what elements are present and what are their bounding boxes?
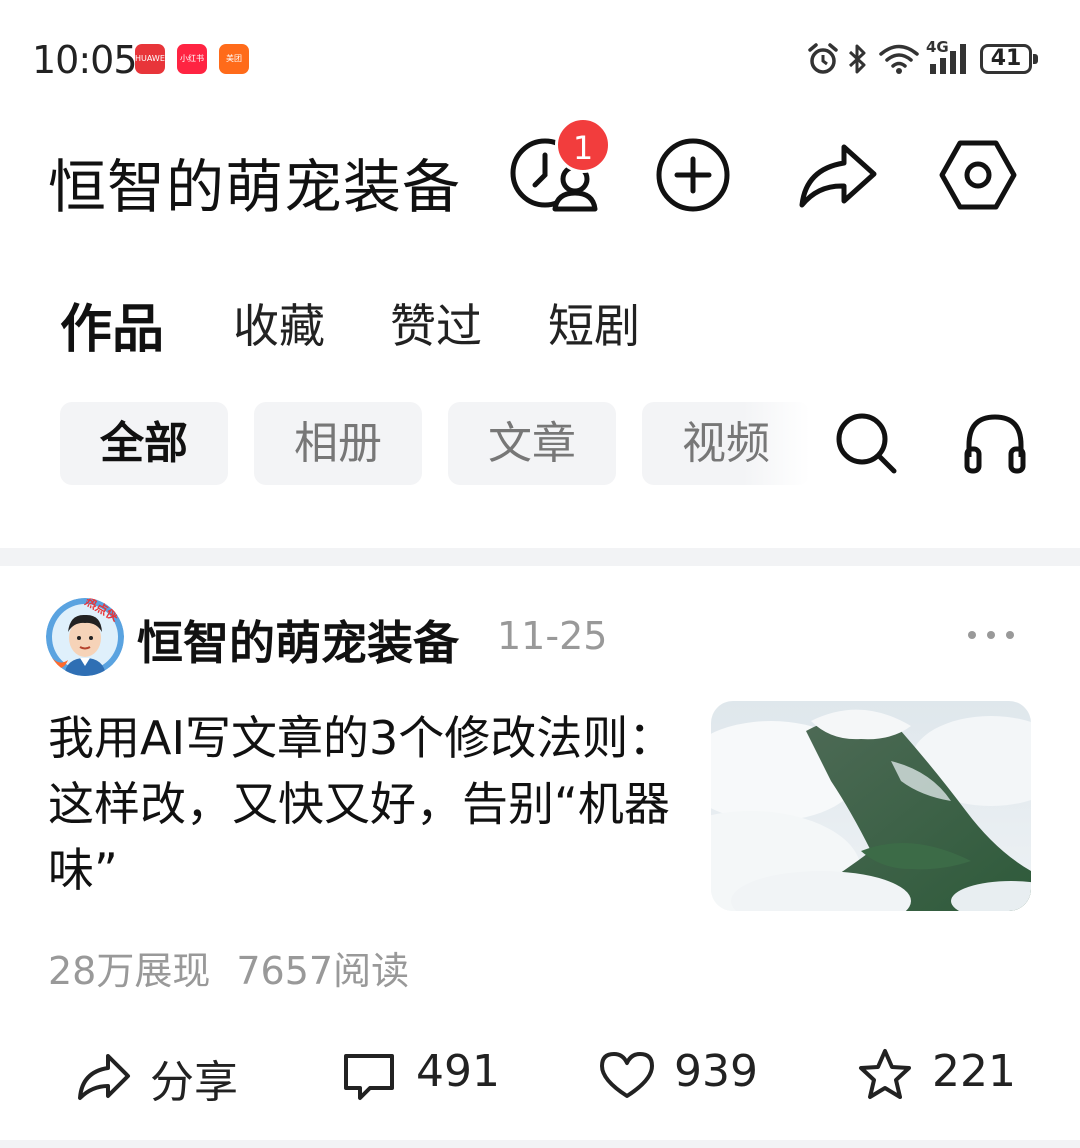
share-action-icon xyxy=(78,1054,130,1100)
author-name[interactable]: 恒智的萌宠装备 xyxy=(137,607,459,673)
tab-works[interactable]: 作品 xyxy=(60,287,164,362)
chip-albums[interactable]: 相册 xyxy=(254,402,422,485)
alarm-icon xyxy=(808,43,838,74)
settings-icon[interactable] xyxy=(930,127,1026,223)
chip-videos[interactable]: 视频 xyxy=(642,402,810,485)
status-time: 10:05 xyxy=(32,38,138,82)
share-action-button[interactable]: 分享 xyxy=(74,1038,254,1108)
status-bar: 10:05 HUAWEI 小红书 美团 4G 41 xyxy=(0,0,1080,110)
share-icon[interactable] xyxy=(788,127,884,223)
post-impressions: 28万展现 xyxy=(48,949,211,993)
headphones-icon[interactable] xyxy=(957,405,1033,481)
battery-icon: 41 xyxy=(980,44,1038,74)
favorite-count: 221 xyxy=(932,1046,1016,1097)
battery-level: 41 xyxy=(990,46,1022,71)
tab-liked[interactable]: 赞过 xyxy=(390,290,482,356)
mountain-sea-of-clouds-image xyxy=(711,701,1031,911)
post-date: 11-25 xyxy=(497,614,608,658)
bluetooth-icon xyxy=(848,44,866,74)
add-icon[interactable] xyxy=(645,127,741,223)
like-count: 939 xyxy=(674,1046,758,1097)
huawei-app-badge: HUAWEI xyxy=(135,44,165,74)
more-options-icon[interactable] xyxy=(962,615,1022,655)
xiaohongshu-app-badge: 小红书 xyxy=(177,44,207,74)
battery-cap xyxy=(1033,54,1038,64)
profile-title: 恒智的萌宠装备 xyxy=(48,153,462,221)
post-thumbnail[interactable] xyxy=(711,701,1031,911)
post-stats: 28万展现 7657阅读 xyxy=(48,940,409,995)
signal-4g-icon xyxy=(930,44,966,74)
wifi-icon xyxy=(879,44,919,74)
meituan-app-badge: 美团 xyxy=(219,44,249,74)
chip-articles[interactable]: 文章 xyxy=(448,402,616,485)
notification-badge: 1 xyxy=(555,117,611,173)
author-avatar[interactable]: 热点侠 xyxy=(46,598,124,676)
profile-page: 10:05 HUAWEI 小红书 美团 4G 41 恒智的萌宠装备 1 作品 收… xyxy=(0,0,1080,1148)
comment-action-button[interactable]: 491 xyxy=(340,1038,500,1108)
comment-icon xyxy=(344,1054,394,1100)
bottom-divider xyxy=(0,1140,1080,1148)
search-icon[interactable] xyxy=(828,405,904,481)
favorite-action-button[interactable]: 221 xyxy=(856,1038,1016,1108)
heart-icon xyxy=(600,1052,654,1098)
like-action-button[interactable]: 939 xyxy=(598,1038,758,1108)
section-divider xyxy=(0,548,1080,566)
share-action-label: 分享 xyxy=(150,1057,238,1108)
post-reads: 7657阅读 xyxy=(236,949,410,993)
star-icon xyxy=(859,1049,911,1099)
comment-count: 491 xyxy=(416,1046,500,1097)
tab-favorites[interactable]: 收藏 xyxy=(233,290,325,356)
tab-short-drama[interactable]: 短剧 xyxy=(548,290,640,356)
chip-all[interactable]: 全部 xyxy=(60,402,228,485)
post-title[interactable]: 我用AI写文章的3个修改法则：这样改，又快又好，告别“机器味” xyxy=(48,705,688,903)
